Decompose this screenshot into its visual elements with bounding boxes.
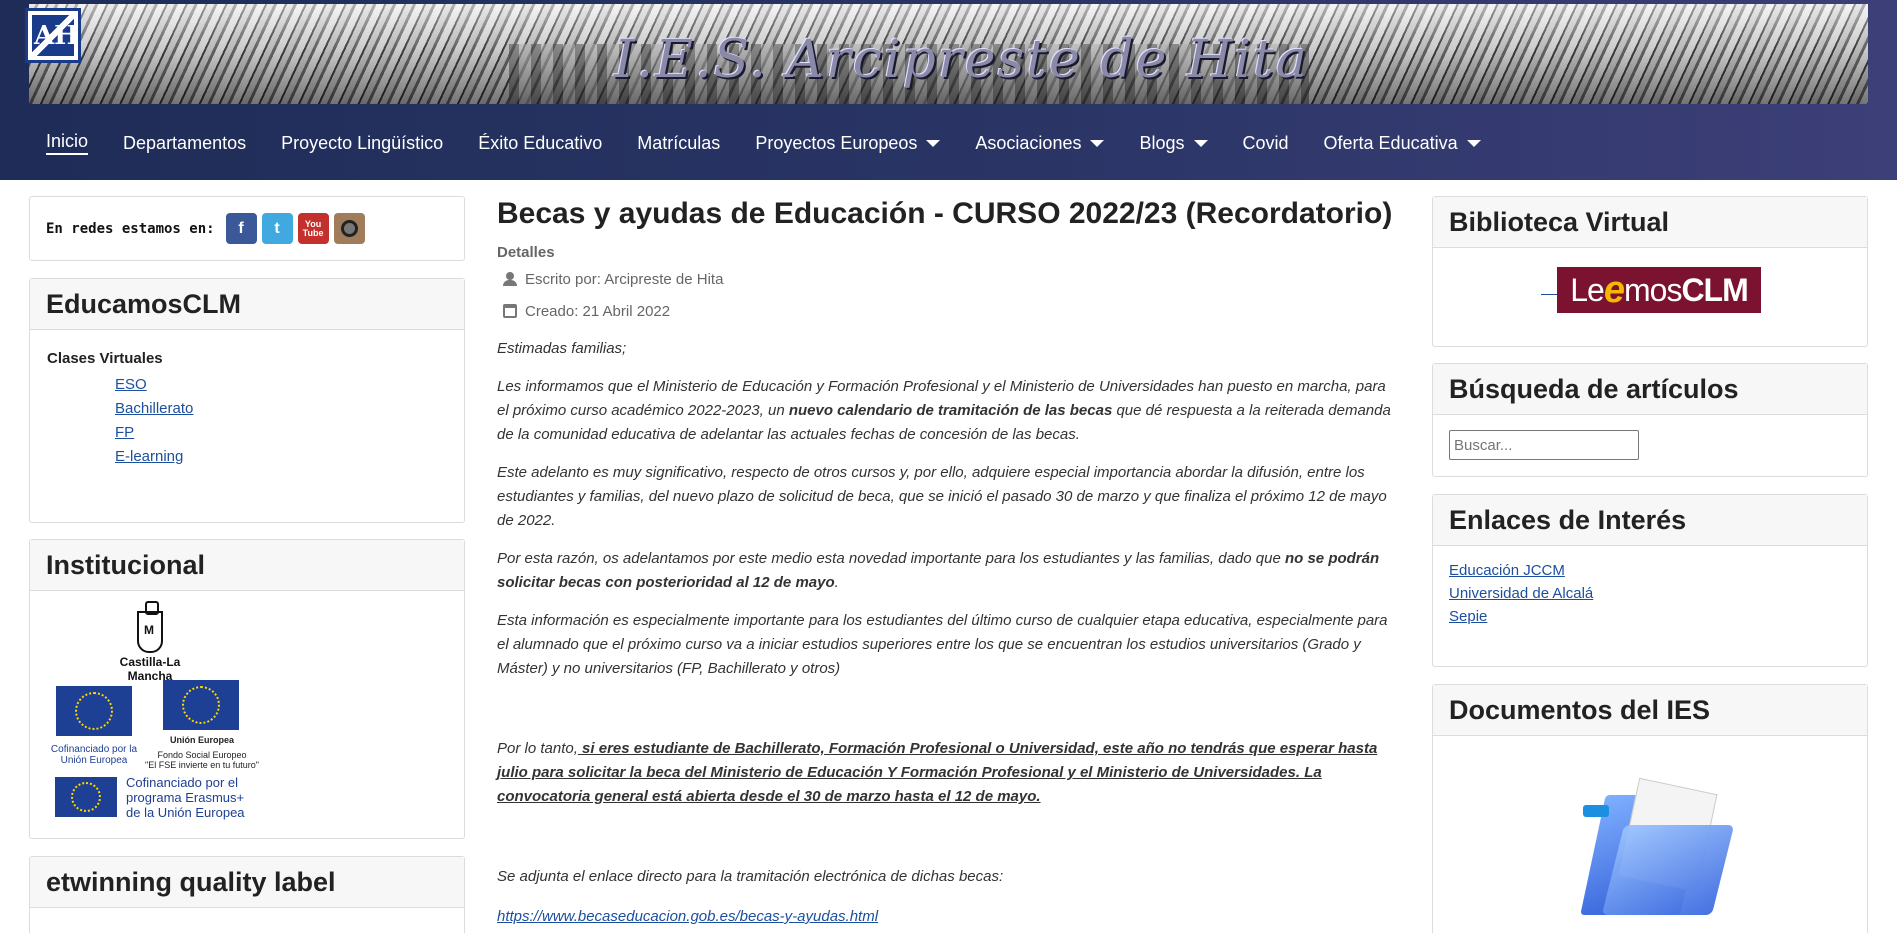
paragraph: Les informamos que el Ministerio de Educ… bbox=[497, 378, 1391, 443]
article-body: Estimadas familias; Les informamos que e… bbox=[497, 337, 1401, 929]
nav-item-inicio[interactable]: Inicio bbox=[46, 131, 89, 155]
educamos-card: EducamosCLM Clases Virtuales ESO Bachill… bbox=[29, 278, 465, 523]
enlaces-card: Enlaces de Interés Educación JCCM Univer… bbox=[1432, 494, 1868, 667]
chevron-down-icon bbox=[1466, 139, 1481, 147]
eu-flag-icon[interactable] bbox=[56, 686, 132, 736]
clm-crest-icon: M bbox=[137, 601, 163, 653]
nav-item-oferta-educativa[interactable]: Oferta Educativa bbox=[1324, 133, 1481, 154]
enlaces-title: Enlaces de Interés bbox=[1433, 495, 1867, 546]
nav-item-departamentos[interactable]: Departamentos bbox=[123, 133, 246, 154]
header-banner: I.E.S. Arcipreste de Hita bbox=[29, 4, 1868, 104]
search-input[interactable] bbox=[1449, 430, 1639, 460]
youtube-icon[interactable]: You Tube bbox=[297, 213, 329, 244]
erasmus-caption: Cofinanciado por el programa Erasmus+ de… bbox=[126, 775, 245, 820]
search-card: Búsqueda de artículos bbox=[1432, 363, 1868, 477]
main-nav: Inicio Departamentos Proyecto Lingüístic… bbox=[46, 130, 1516, 156]
cofinanciado-caption: Cofinanciado por la Unión Europea bbox=[50, 744, 138, 766]
link-universidad-alcala[interactable]: Universidad de Alcalá bbox=[1449, 585, 1867, 602]
paragraph: Por lo tanto, si eres estudiante de Bach… bbox=[497, 740, 1378, 805]
article-date: Creado: 21 Abril 2022 bbox=[497, 299, 1401, 323]
eu-flag-icon[interactable] bbox=[163, 680, 239, 730]
clm-logo[interactable]: M Castilla-La Mancha bbox=[100, 601, 200, 683]
paragraph: Este adelanto es muy significativo, resp… bbox=[497, 464, 1387, 529]
logo-text: AH bbox=[34, 21, 79, 51]
calendar-icon bbox=[503, 304, 517, 318]
nav-item-proyecto-linguistico[interactable]: Proyecto Lingüístico bbox=[281, 133, 443, 154]
link-eso[interactable]: ESO bbox=[115, 376, 464, 393]
fse-caption: Fondo Social Europeo bbox=[157, 750, 247, 760]
instagram-icon[interactable] bbox=[333, 213, 365, 244]
chevron-down-icon bbox=[1193, 139, 1208, 147]
school-logo[interactable]: AH bbox=[25, 8, 81, 63]
paragraph: Esta información es especialmente import… bbox=[497, 612, 1388, 677]
search-title: Búsqueda de artículos bbox=[1433, 364, 1867, 415]
folder-icon[interactable] bbox=[1573, 777, 1743, 915]
nav-item-proyectos-europeos[interactable]: Proyectos Europeos bbox=[755, 133, 941, 154]
article: Becas y ayudas de Educación - CURSO 2022… bbox=[497, 196, 1401, 929]
eu-flag-icon[interactable] bbox=[55, 777, 117, 817]
chevron-down-icon bbox=[926, 139, 941, 147]
nav-item-asociaciones[interactable]: Asociaciones bbox=[975, 133, 1105, 154]
etwinning-title: etwinning quality label bbox=[30, 857, 464, 908]
educamos-title: EducamosCLM bbox=[30, 279, 464, 330]
fse-slogan: "El FSE invierte en tu futuro" bbox=[145, 760, 259, 770]
etwinning-card: etwinning quality label bbox=[29, 856, 465, 933]
ue-caption: Unión Europea bbox=[169, 735, 234, 745]
clases-virtuales-label: Clases Virtuales bbox=[47, 350, 163, 367]
biblioteca-title: Biblioteca Virtual bbox=[1433, 197, 1867, 248]
link-fp[interactable]: FP bbox=[115, 424, 464, 441]
link-e-learning[interactable]: E-learning bbox=[115, 448, 464, 465]
institucional-title: Institucional bbox=[30, 540, 464, 591]
banner-title: I.E.S. Arcipreste de Hita bbox=[614, 30, 1309, 90]
nav-item-matriculas[interactable]: Matrículas bbox=[637, 133, 720, 154]
details-label: Detalles bbox=[497, 244, 555, 261]
user-icon bbox=[503, 272, 517, 286]
nav-item-exito-educativo[interactable]: Éxito Educativo bbox=[478, 133, 602, 154]
link-sepie[interactable]: Sepie bbox=[1449, 608, 1867, 625]
social-label: En redes estamos en: bbox=[46, 220, 215, 237]
article-author: Escrito por: Arcipreste de Hita bbox=[497, 267, 1401, 291]
site-header: I.E.S. Arcipreste de Hita AH Inicio Depa… bbox=[0, 0, 1897, 180]
chevron-down-icon bbox=[1090, 139, 1105, 147]
becas-link[interactable]: https://www.becaseducacion.gob.es/becas-… bbox=[497, 908, 878, 925]
biblioteca-card: Biblioteca Virtual Le e mos CLM bbox=[1432, 196, 1868, 347]
link-educacion-jccm[interactable]: Educación JCCM bbox=[1449, 562, 1867, 579]
social-links-card: En redes estamos en: f t You Tube bbox=[29, 196, 465, 261]
article-title: Becas y ayudas de Educación - CURSO 2022… bbox=[497, 197, 1393, 230]
paragraph: Se adjunta el enlace directo para la tra… bbox=[497, 868, 1004, 885]
documentos-card: Documentos del IES bbox=[1432, 684, 1868, 933]
paragraph: Estimadas familias; bbox=[497, 340, 627, 357]
nav-item-covid[interactable]: Covid bbox=[1243, 133, 1289, 154]
nav-item-blogs[interactable]: Blogs bbox=[1139, 133, 1208, 154]
paragraph: Por esta razón, os adelantamos por este … bbox=[497, 550, 1380, 591]
twitter-icon[interactable]: t bbox=[261, 213, 293, 244]
facebook-icon[interactable]: f bbox=[225, 213, 257, 244]
leemosclm-logo[interactable]: Le e mos CLM bbox=[1557, 267, 1761, 313]
documentos-title: Documentos del IES bbox=[1433, 685, 1867, 736]
link-bachillerato[interactable]: Bachillerato bbox=[115, 400, 464, 417]
